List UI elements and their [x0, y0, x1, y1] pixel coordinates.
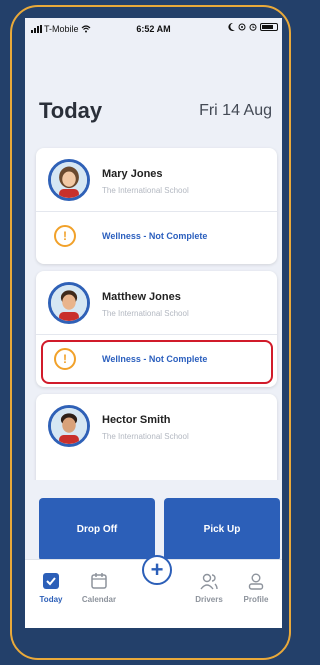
tab-today[interactable]: Today	[29, 570, 73, 604]
child-card[interactable]: Hector Smith The International School	[36, 394, 277, 494]
alarm-icon	[249, 23, 257, 31]
warning-icon: !	[54, 225, 76, 247]
child-name: Hector Smith	[102, 414, 171, 426]
child-header[interactable]: Mary Jones The International School	[36, 148, 277, 211]
warning-icon: !	[54, 348, 76, 370]
wellness-row[interactable]: ! Wellness - Not Complete	[36, 212, 277, 264]
phone-screen: T-Mobile 6:52 AM Today Fri 14 Aug Mary J…	[25, 18, 282, 628]
wellness-row[interactable]: ! Wellness - Not Complete	[36, 335, 277, 387]
child-photo-icon	[51, 162, 87, 198]
pick-up-button[interactable]: Pick Up	[164, 498, 280, 561]
wellness-status: Wellness - Not Complete	[102, 354, 208, 364]
profile-icon	[248, 573, 264, 590]
child-header[interactable]: Hector Smith The International School	[36, 394, 277, 457]
status-bar: T-Mobile 6:52 AM	[25, 18, 282, 40]
tab-label: Profile	[243, 595, 269, 604]
child-name: Mary Jones	[102, 168, 163, 180]
page-title: Today	[39, 98, 103, 123]
school-name: The International School	[102, 432, 189, 441]
tab-label: Today	[39, 595, 63, 604]
school-name: The International School	[102, 186, 189, 195]
avatar	[48, 159, 90, 201]
date-label: Fri 14 Aug	[199, 102, 272, 119]
tab-label: Drivers	[195, 595, 223, 604]
drop-off-button[interactable]: Drop Off	[39, 498, 155, 561]
moon-icon	[228, 23, 235, 31]
wellness-status: Wellness - Not Complete	[102, 231, 208, 241]
child-card[interactable]: Matthew Jones The International School !…	[36, 271, 277, 387]
battery-icon	[260, 23, 278, 31]
checkbox-icon	[43, 573, 59, 589]
child-photo-icon	[51, 285, 87, 321]
school-name: The International School	[102, 309, 189, 318]
avatar	[48, 282, 90, 324]
tab-calendar[interactable]: Calendar	[77, 570, 121, 604]
child-name: Matthew Jones	[102, 291, 181, 303]
tab-label: Calendar	[81, 595, 117, 604]
tab-drivers[interactable]: Drivers	[187, 570, 231, 604]
child-card[interactable]: Mary Jones The International School ! We…	[36, 148, 277, 264]
avatar	[48, 405, 90, 447]
location-icon	[238, 23, 246, 31]
add-button[interactable]: +	[142, 555, 172, 585]
child-header[interactable]: Matthew Jones The International School	[36, 271, 277, 334]
calendar-icon	[91, 573, 107, 589]
status-icons	[228, 23, 278, 31]
tab-profile[interactable]: Profile	[234, 570, 278, 604]
child-photo-icon	[51, 408, 87, 444]
people-icon	[200, 573, 218, 590]
